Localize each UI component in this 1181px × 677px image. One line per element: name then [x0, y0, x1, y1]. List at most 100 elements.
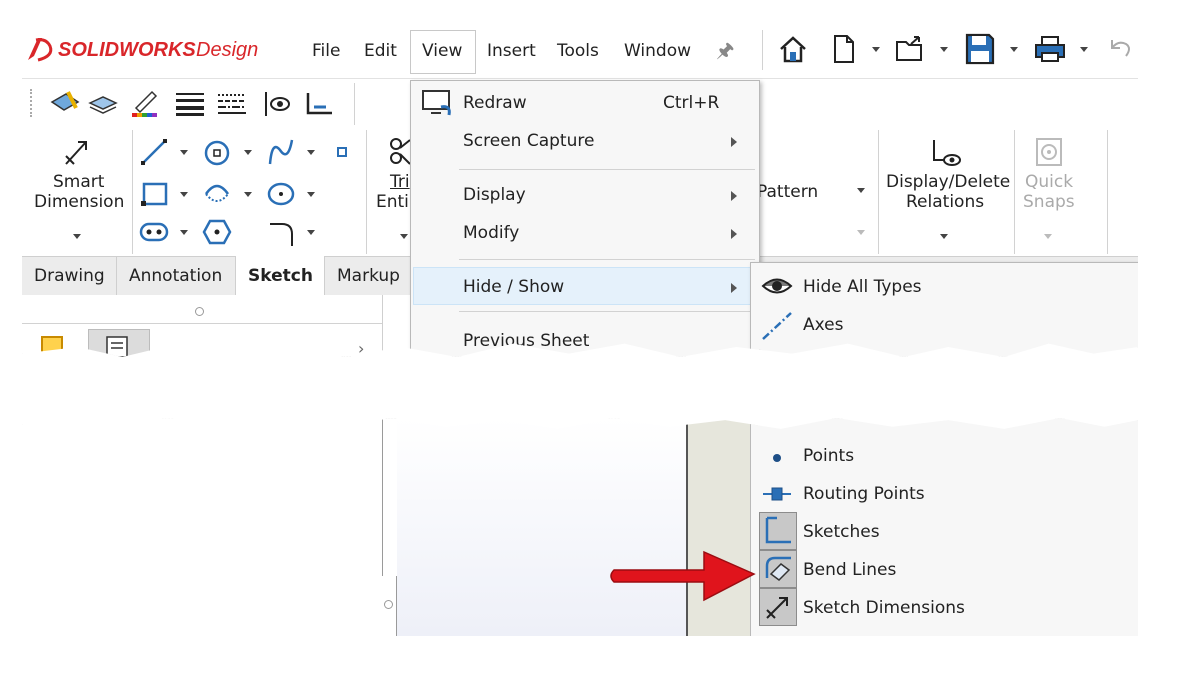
- quick-snaps-label-2[interactable]: Snaps: [1023, 192, 1075, 212]
- menu-item-modify[interactable]: Modify: [463, 223, 519, 243]
- smart-dimension-label-1[interactable]: Smart: [53, 172, 104, 192]
- line-dropdown[interactable]: [180, 150, 188, 155]
- rectangle-dropdown[interactable]: [180, 192, 188, 197]
- point-icon[interactable]: [336, 146, 348, 158]
- polygon-icon[interactable]: [202, 218, 232, 246]
- hide-all-types-icon: [761, 278, 793, 294]
- print-dropdown-arrow[interactable]: [1080, 47, 1088, 52]
- menu-item-sketches[interactable]: Sketches: [803, 522, 880, 542]
- menu-item-display[interactable]: Display: [463, 185, 526, 205]
- menu-item-redraw-shortcut: Ctrl+R: [663, 93, 720, 113]
- menu-view[interactable]: View: [422, 41, 462, 61]
- menu-item-axes[interactable]: Axes: [803, 315, 843, 335]
- home-icon[interactable]: [778, 34, 808, 64]
- trim-entities-label-1[interactable]: Tri: [390, 172, 410, 192]
- tab-annotation-label: Annotation: [129, 266, 223, 286]
- trim-dropdown[interactable]: [400, 234, 408, 239]
- circle-dropdown[interactable]: [244, 150, 252, 155]
- pattern-dropdown[interactable]: [857, 188, 865, 193]
- line-icon[interactable]: [140, 138, 168, 166]
- save-dropdown-arrow[interactable]: [1010, 47, 1018, 52]
- top-panel: SOLIDWORKS Design File Edit View Insert …: [22, 22, 1138, 357]
- routing-points-icon: [763, 487, 791, 501]
- line-color-icon[interactable]: [130, 88, 162, 118]
- hide-show-submenu-lower: Points Routing Points Sketches Bend Line…: [750, 418, 1138, 636]
- display-delete-relations-dropdown[interactable]: [940, 234, 948, 239]
- color-display-mode-icon[interactable]: [304, 89, 336, 119]
- undo-icon[interactable]: [1106, 36, 1132, 60]
- pane-splitter[interactable]: [382, 418, 397, 576]
- ellipse-dropdown[interactable]: [307, 192, 315, 197]
- new-dropdown-arrow[interactable]: [872, 47, 880, 52]
- sketch-dimensions-icon: [766, 597, 788, 619]
- tab-sketch[interactable]: Sketch: [236, 256, 325, 296]
- tab-markup[interactable]: Markup: [325, 257, 415, 295]
- open-dropdown-arrow[interactable]: [940, 47, 948, 52]
- menu-item-previous-sheet[interactable]: Previous Sheet: [463, 331, 589, 351]
- pane-splitter-dot[interactable]: [195, 307, 204, 316]
- save-icon[interactable]: [965, 33, 995, 65]
- smart-dimension-label-2[interactable]: Dimension: [34, 192, 124, 212]
- menu-tools[interactable]: Tools: [557, 41, 599, 61]
- menu-item-bend-lines[interactable]: Bend Lines: [803, 560, 896, 580]
- toolbar-divider: [354, 83, 355, 125]
- menu-insert[interactable]: Insert: [487, 41, 536, 61]
- pattern-lower-dropdown[interactable]: [857, 230, 865, 235]
- pin-icon[interactable]: 🖈: [716, 36, 735, 70]
- trim-entities-icon[interactable]: [388, 136, 412, 168]
- spline-dropdown[interactable]: [307, 150, 315, 155]
- menubar-divider: [762, 30, 763, 70]
- menu-item-hide-show[interactable]: Hide / Show: [463, 277, 564, 297]
- menu-file[interactable]: File: [312, 41, 340, 61]
- bend-lines-icon: [765, 556, 791, 581]
- menu-item-points[interactable]: Points: [803, 446, 854, 466]
- menu-window[interactable]: Window: [624, 41, 691, 61]
- display-delete-relations-icon[interactable]: [928, 136, 962, 170]
- quick-snaps-icon[interactable]: [1034, 136, 1064, 168]
- smart-dimension-dropdown[interactable]: [73, 234, 81, 239]
- tab-drawing[interactable]: Drawing: [22, 257, 117, 295]
- tab-markup-label: Markup: [337, 266, 400, 286]
- slot-icon[interactable]: [138, 220, 170, 244]
- print-icon[interactable]: [1034, 35, 1066, 63]
- display-delete-relations-label-2[interactable]: Relations: [906, 192, 984, 212]
- circle-icon[interactable]: [202, 138, 232, 168]
- line-thickness-icon[interactable]: [174, 91, 206, 117]
- ribbon-divider: [878, 130, 879, 254]
- arc-icon[interactable]: [202, 180, 232, 208]
- trim-entities-label-2[interactable]: Enti: [376, 192, 409, 212]
- pane-splitter-dot-lower[interactable]: [384, 600, 393, 609]
- line-style-icon[interactable]: [216, 91, 248, 117]
- display-delete-relations-label-1[interactable]: Display/Delete: [886, 172, 1010, 192]
- menu-separator: [459, 311, 755, 312]
- arc-dropdown[interactable]: [244, 192, 252, 197]
- feature-manager-tab-icon[interactable]: [40, 335, 68, 357]
- quick-snaps-label-1[interactable]: Quick: [1025, 172, 1073, 192]
- layer-properties-icon[interactable]: [88, 91, 118, 115]
- menu-item-hide-all-types[interactable]: Hide All Types: [803, 277, 922, 297]
- menu-item-redraw[interactable]: Redraw: [463, 93, 527, 113]
- quick-snaps-dropdown[interactable]: [1044, 234, 1052, 239]
- menu-item-screen-capture[interactable]: Screen Capture: [463, 131, 594, 151]
- fillet-icon[interactable]: [268, 218, 298, 248]
- hide-show-edges-icon[interactable]: [260, 88, 292, 120]
- menu-item-routing-points[interactable]: Routing Points: [803, 484, 925, 504]
- pane-expand-chevron-icon[interactable]: ›: [358, 339, 364, 357]
- axes-icon: [762, 312, 792, 340]
- spline-icon[interactable]: [266, 136, 296, 168]
- ellipse-icon[interactable]: [266, 180, 296, 208]
- new-document-icon[interactable]: [832, 34, 856, 64]
- menu-item-sketch-dimensions[interactable]: Sketch Dimensions: [803, 598, 965, 618]
- smart-dimension-icon[interactable]: [62, 136, 92, 168]
- edit-appearance-icon[interactable]: [48, 88, 82, 118]
- pane-divider: [22, 323, 382, 324]
- pattern-label[interactable]: Pattern: [757, 182, 818, 202]
- tab-annotation[interactable]: Annotation: [117, 257, 236, 295]
- property-manager-tab-icon[interactable]: [104, 335, 132, 357]
- open-folder-icon[interactable]: [895, 34, 927, 64]
- rectangle-icon[interactable]: [140, 180, 170, 208]
- slot-dropdown[interactable]: [180, 230, 188, 235]
- fillet-dropdown[interactable]: [307, 230, 315, 235]
- menu-edit[interactable]: Edit: [364, 41, 397, 61]
- ribbon-divider: [1014, 130, 1015, 254]
